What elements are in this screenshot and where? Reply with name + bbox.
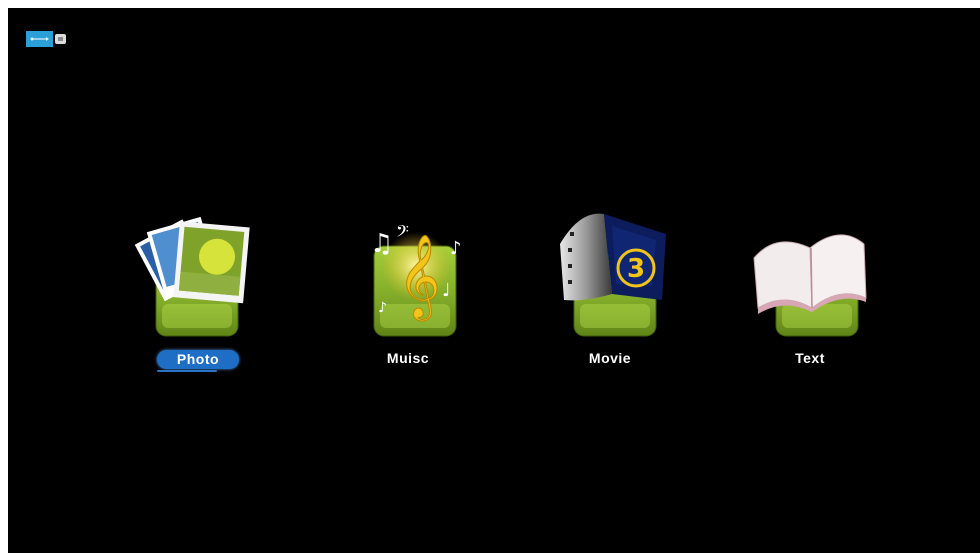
selection-underline xyxy=(157,370,217,372)
svg-text:♩: ♩ xyxy=(442,280,451,301)
svg-text:♪: ♪ xyxy=(450,238,462,259)
svg-text:𝄢: 𝄢 xyxy=(396,221,409,245)
svg-text:♪: ♪ xyxy=(378,300,387,316)
main-menu: Photo 𝄞 ♫ 𝄢 ♪ ♩ ♪ Muisc 3 Movie Text xyxy=(8,8,980,553)
menu-item-label: Muisc xyxy=(386,350,430,366)
menu-item-movie[interactable]: 3 Movie xyxy=(540,204,680,384)
menu-item-label: Movie xyxy=(588,350,632,366)
movie-icon: 3 xyxy=(540,204,680,344)
media-player-screen: Photo 𝄞 ♫ 𝄢 ♪ ♩ ♪ Muisc 3 Movie Text xyxy=(8,8,980,553)
svg-text:3: 3 xyxy=(627,254,645,284)
text-book-icon xyxy=(740,204,880,344)
svg-text:♫: ♫ xyxy=(370,229,393,259)
menu-item-label: Text xyxy=(795,350,825,366)
svg-text:𝄞: 𝄞 xyxy=(398,233,441,321)
menu-item-photo[interactable]: Photo xyxy=(128,204,268,384)
menu-item-label: Photo xyxy=(156,350,240,369)
menu-item-text[interactable]: Text xyxy=(740,204,880,384)
menu-item-music[interactable]: 𝄞 ♫ 𝄢 ♪ ♩ ♪ Muisc xyxy=(338,204,478,384)
music-icon: 𝄞 ♫ 𝄢 ♪ ♩ ♪ xyxy=(338,204,478,344)
photo-icon xyxy=(128,204,268,344)
